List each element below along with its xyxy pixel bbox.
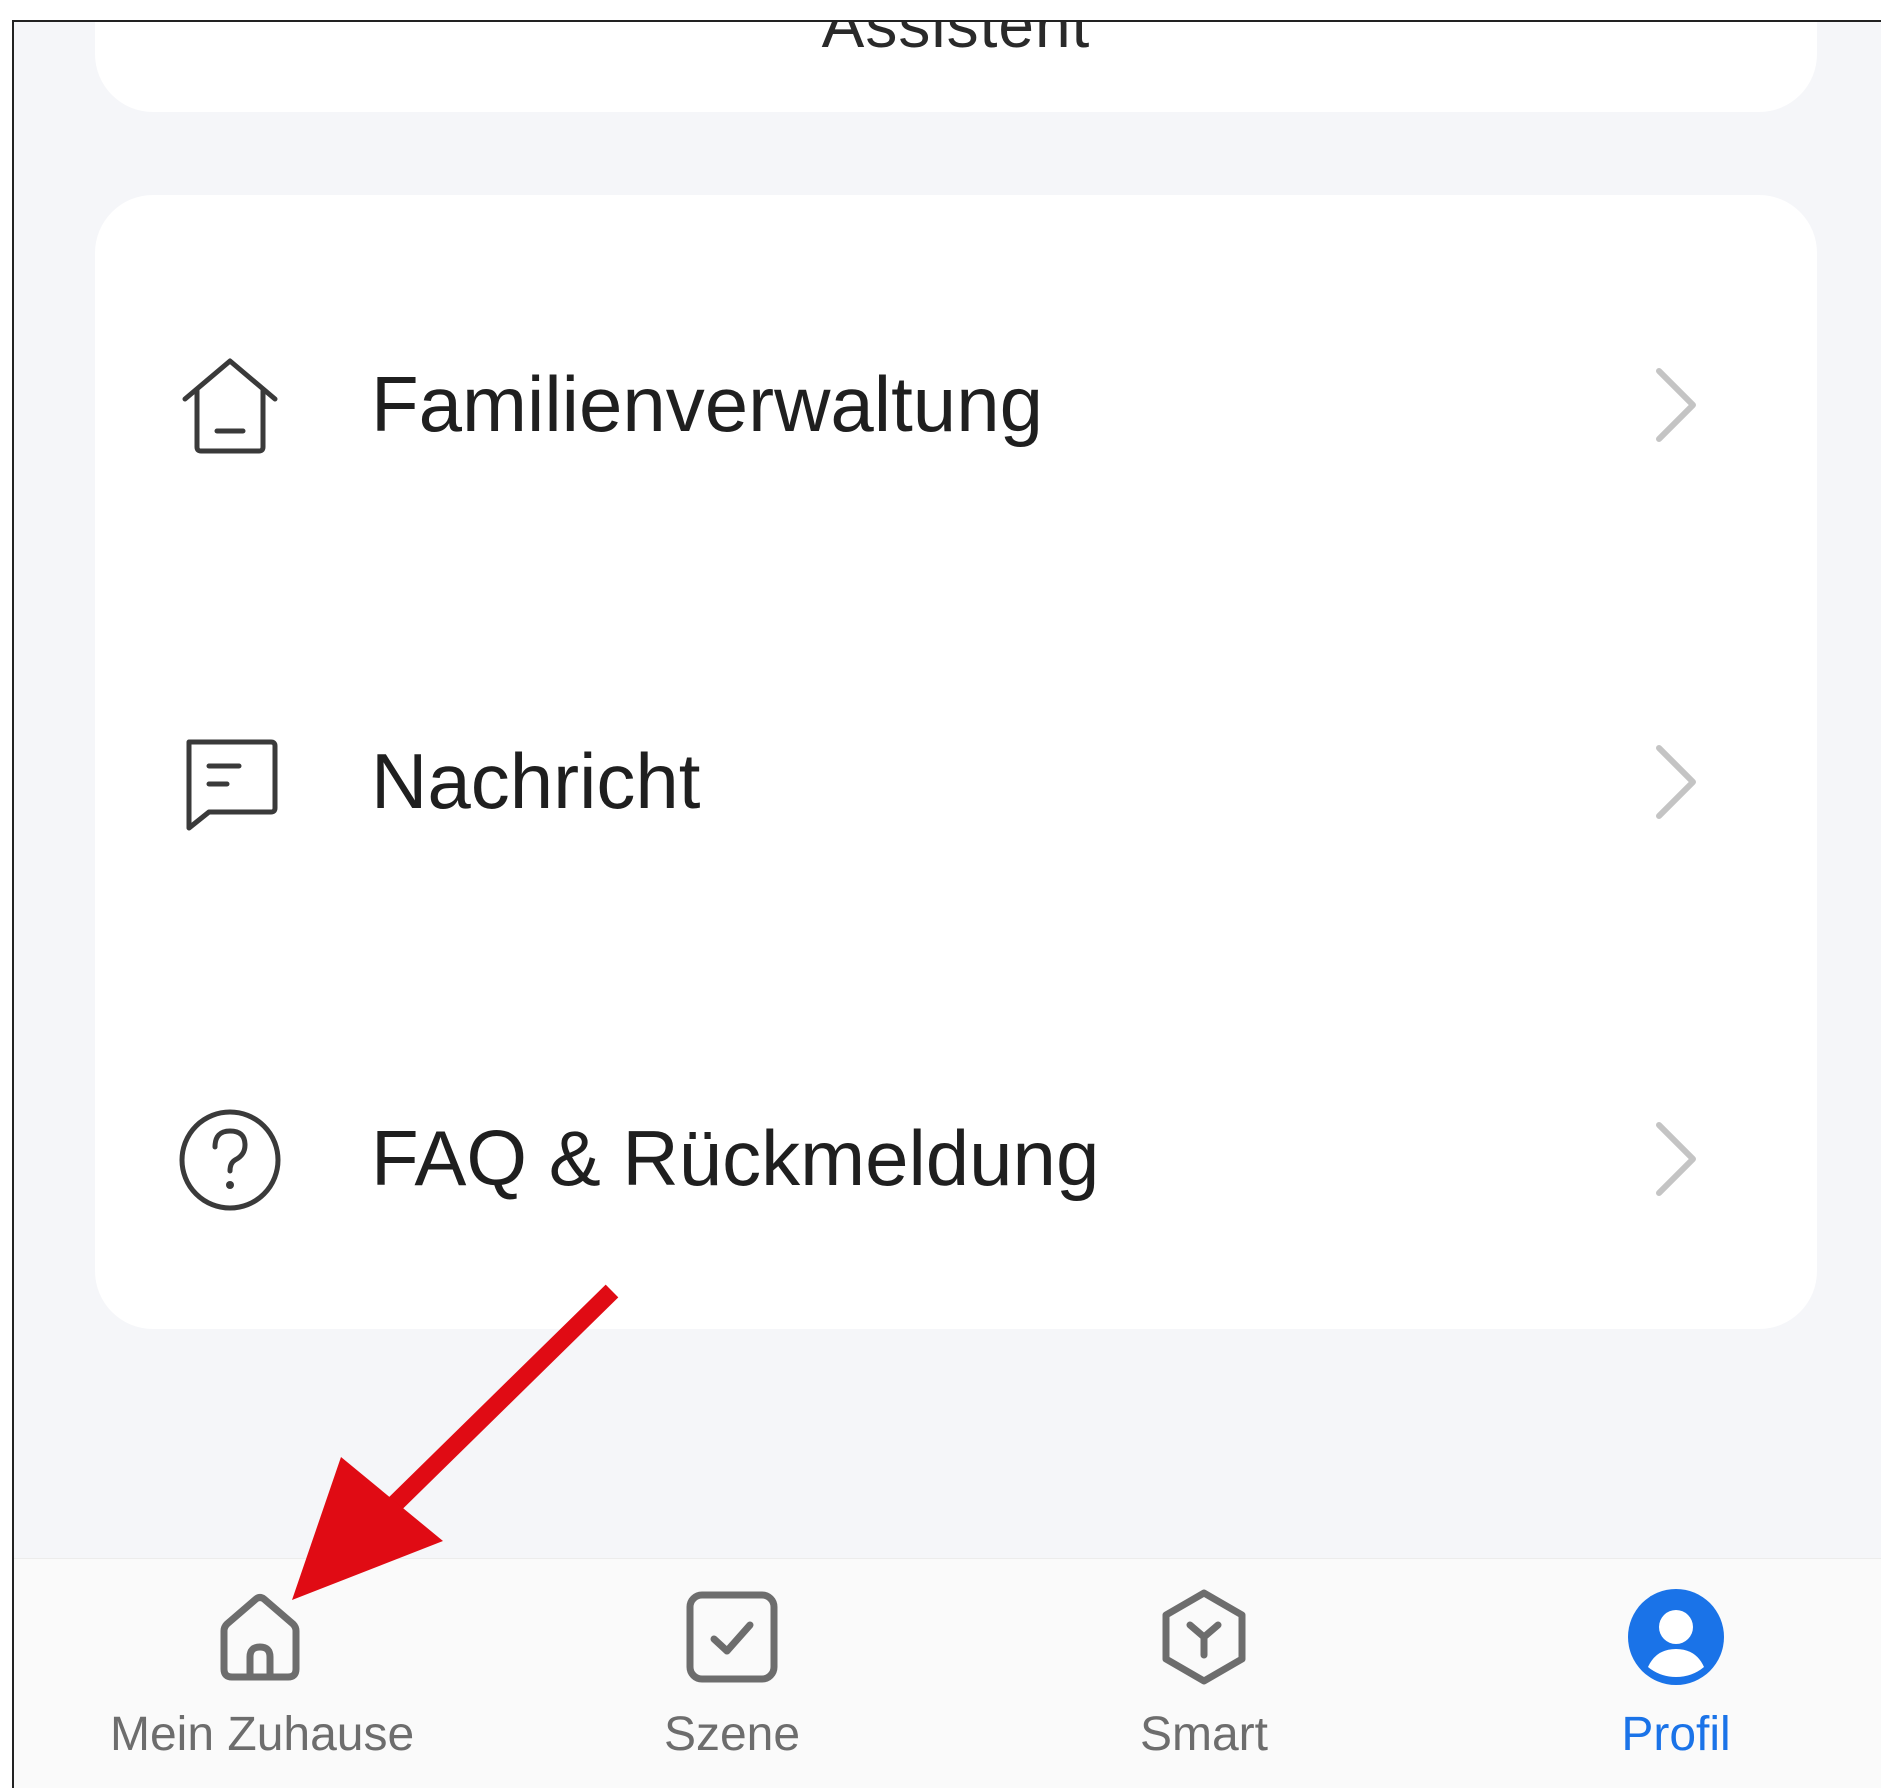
tab-label: Szene	[663, 1708, 801, 1761]
checkbox-icon	[682, 1587, 782, 1687]
menu-item-faq[interactable]: FAQ & Rückmeldung	[95, 1057, 1817, 1257]
tab-profil[interactable]: Profil	[1526, 1559, 1826, 1788]
assistant-card-label: Assistent	[821, 20, 1091, 61]
tab-smart[interactable]: Smart	[1054, 1559, 1354, 1788]
assistant-card[interactable]: Assistent	[95, 20, 1817, 112]
tab-label: Mein Zuhause	[110, 1708, 415, 1761]
tab-mein-zuhause[interactable]: Mein Zuhause	[110, 1559, 415, 1788]
smart-cube-icon	[1154, 1587, 1254, 1687]
tab-label: Smart	[1139, 1708, 1268, 1761]
tab-label: Profil	[1621, 1708, 1731, 1761]
menu-item-label: Nachricht	[371, 737, 701, 825]
app-screen: Assistent Familienverwaltung Nachricht F…	[12, 20, 1881, 1788]
chevron-right-icon	[1651, 1119, 1701, 1199]
menu-item-familienverwaltung[interactable]: Familienverwaltung	[95, 303, 1817, 503]
bottom-tab-bar: Mein Zuhause Szene Smart Profil	[14, 1558, 1881, 1788]
profile-icon	[1626, 1587, 1726, 1687]
menu-item-nachricht[interactable]: Nachricht	[95, 680, 1817, 880]
menu-item-label: FAQ & Rückmeldung	[371, 1114, 1100, 1202]
chevron-right-icon	[1651, 742, 1701, 822]
chevron-right-icon	[1651, 365, 1701, 445]
house-outline-icon	[175, 351, 285, 461]
message-icon	[175, 728, 285, 838]
home-icon	[210, 1587, 310, 1687]
tab-szene[interactable]: Szene	[582, 1559, 882, 1788]
menu-card: Familienverwaltung Nachricht FAQ & Rückm…	[95, 195, 1817, 1329]
question-circle-icon	[175, 1105, 285, 1215]
menu-item-label: Familienverwaltung	[371, 360, 1043, 448]
